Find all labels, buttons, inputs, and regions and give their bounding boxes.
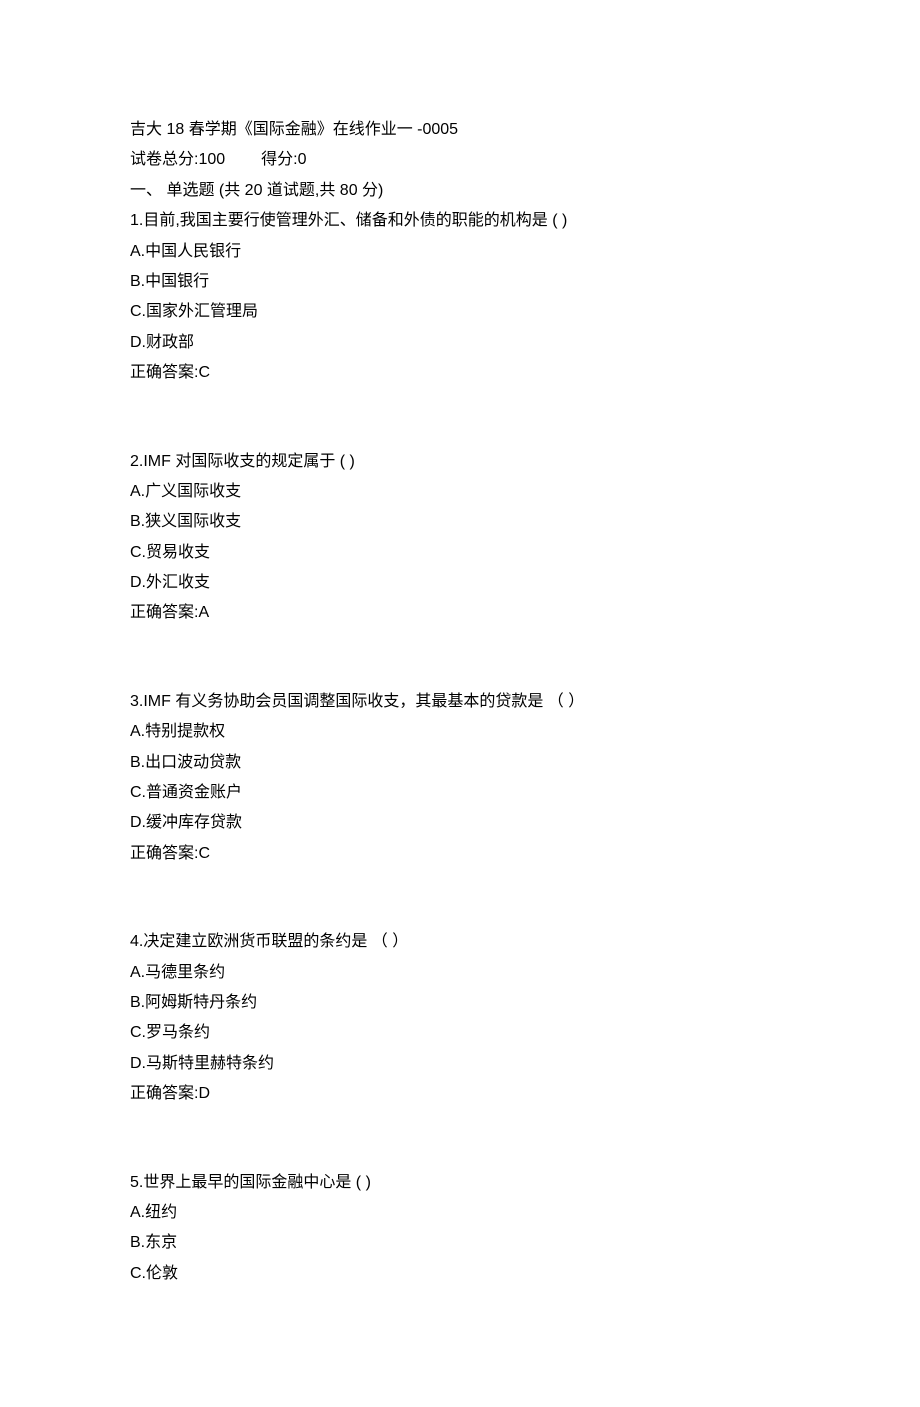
question-4: 4.决定建立欧洲货币联盟的条约是 （ ） A.马德里条约 B.阿姆斯特丹条约 C… [130,927,790,1109]
answer-line: 正确答案:C [130,358,790,388]
exam-header: 吉大 18 春学期《国际金融》在线作业一 -0005 试卷总分:100得分:0 … [130,115,790,206]
question-1: 1.目前,我国主要行使管理外汇、储备和外债的职能的机构是 ( ) A.中国人民银… [130,206,790,388]
option-c: C.国家外汇管理局 [130,297,790,327]
score-line: 试卷总分:100 得分:0 [130,145,790,175]
option-a: A.中国人民银行 [130,237,790,267]
option-b: B.狭义国际收支 [130,507,790,537]
answer-label: 正确答案: [130,604,198,621]
option-c: C.罗马条约 [130,1018,790,1048]
question-number: 4. [130,933,143,950]
question-number: 2. [130,453,143,470]
question-text: 决定建立欧洲货币联盟的条约是 （ ） [143,933,408,950]
question-text: IMF 对国际收支的规定属于 ( ) [143,453,355,470]
answer-line: 正确答案:C [130,839,790,869]
option-d: D.外汇收支 [130,568,790,598]
option-c: C.普通资金账户 [130,778,790,808]
question-stem: 5.世界上最早的国际金融中心是 ( ) [130,1168,790,1198]
question-stem: 3.IMF 有义务协助会员国调整国际收支，其最基本的贷款是 （ ） [130,687,790,717]
option-a: A.纽约 [130,1198,790,1228]
option-a: A.马德里条约 [130,958,790,988]
option-d: D.缓冲库存贷款 [130,808,790,838]
option-a: A.广义国际收支 [130,477,790,507]
total-score-value: 100 [198,151,225,168]
question-text: 世界上最早的国际金融中心是 ( ) [143,1174,371,1191]
question-stem: 4.决定建立欧洲货币联盟的条约是 （ ） [130,927,790,957]
question-number: 3. [130,693,143,710]
question-number: 1. [130,212,143,229]
option-b: B.中国银行 [130,267,790,297]
question-2: 2.IMF 对国际收支的规定属于 ( ) A.广义国际收支 B.狭义国际收支 C… [130,447,790,629]
option-c: C.伦敦 [130,1259,790,1289]
answer-label: 正确答案: [130,364,198,381]
option-b: B.出口波动贷款 [130,748,790,778]
question-stem: 1.目前,我国主要行使管理外汇、储备和外债的职能的机构是 ( ) [130,206,790,236]
answer-value: C [198,845,210,862]
option-d: D.财政部 [130,328,790,358]
answer-value: C [198,364,210,381]
answer-line: 正确答案:D [130,1079,790,1109]
option-d: D.马斯特里赫特条约 [130,1049,790,1079]
section-title: 一、 单选题 (共 20 道试题,共 80 分) [130,176,790,206]
question-number: 5. [130,1174,143,1191]
answer-value: D [198,1085,210,1102]
answer-value: A [198,604,209,621]
exam-title: 吉大 18 春学期《国际金融》在线作业一 -0005 [130,115,790,145]
question-5: 5.世界上最早的国际金融中心是 ( ) A.纽约 B.东京 C.伦敦 [130,1168,790,1290]
question-text: IMF 有义务协助会员国调整国际收支，其最基本的贷款是 （ ） [143,693,584,710]
question-3: 3.IMF 有义务协助会员国调整国际收支，其最基本的贷款是 （ ） A.特别提款… [130,687,790,869]
option-a: A.特别提款权 [130,717,790,747]
answer-label: 正确答案: [130,845,198,862]
total-score-label: 试卷总分: [130,151,198,168]
option-c: C.贸易收支 [130,538,790,568]
answer-line: 正确答案:A [130,598,790,628]
option-b: B.东京 [130,1228,790,1258]
option-b: B.阿姆斯特丹条约 [130,988,790,1018]
answer-label: 正确答案: [130,1085,198,1102]
obtained-score-value: 0 [298,151,307,168]
question-text: 目前,我国主要行使管理外汇、储备和外债的职能的机构是 ( ) [143,212,567,229]
obtained-score-label: 得分: [261,151,297,168]
question-stem: 2.IMF 对国际收支的规定属于 ( ) [130,447,790,477]
